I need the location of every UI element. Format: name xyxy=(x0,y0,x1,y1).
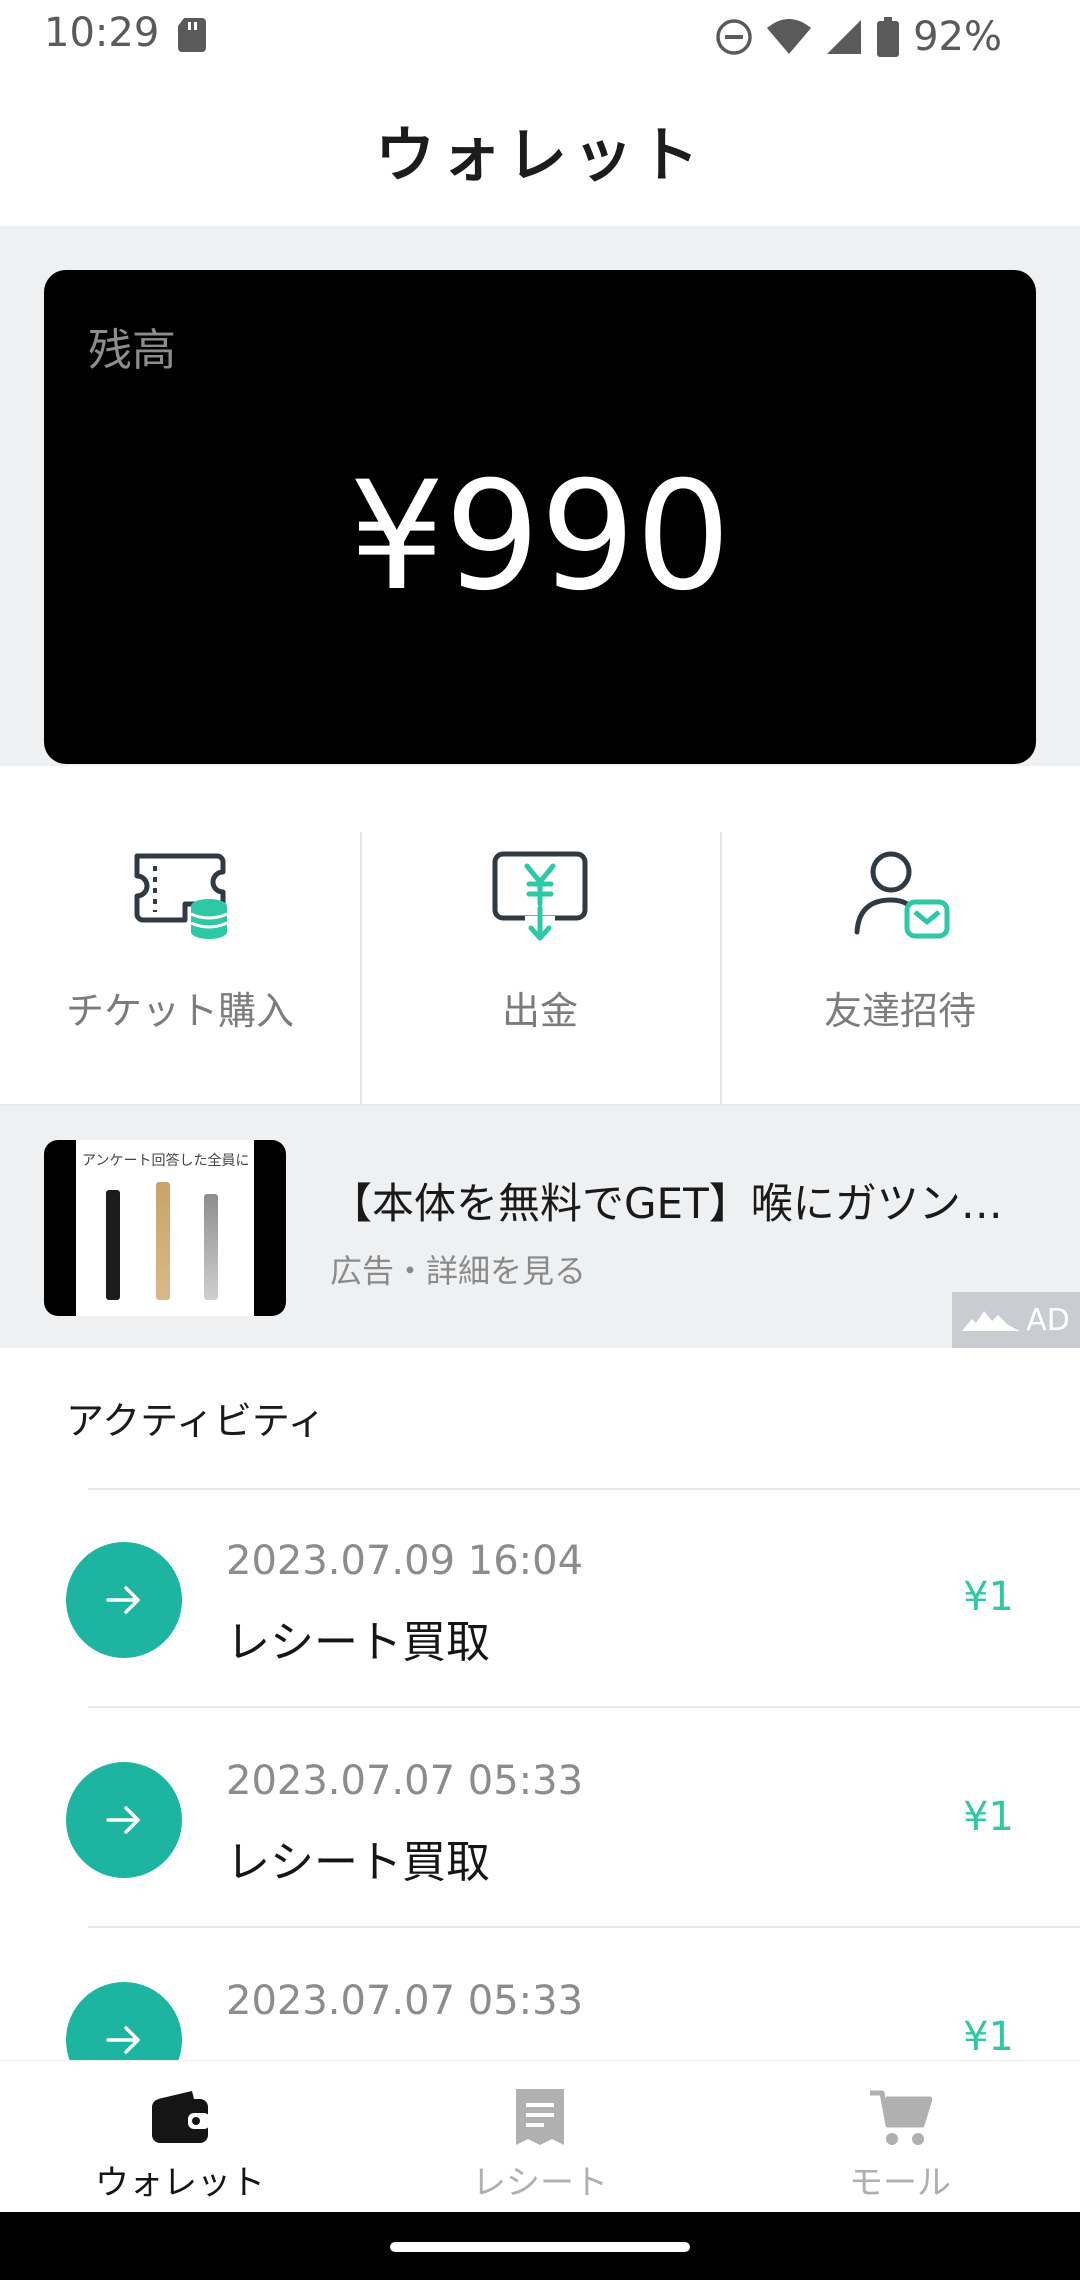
gesture-bar xyxy=(0,2212,1080,2280)
ad-badge: AD xyxy=(952,1292,1080,1348)
withdraw-button[interactable]: 出金 xyxy=(360,766,720,1104)
status-bar: 10:29 92% xyxy=(0,0,1080,74)
invite-friend-button[interactable]: 友達招待 xyxy=(720,766,1080,1104)
activity-description: レシート買取 xyxy=(226,2046,490,2060)
activity-amount: ¥1 xyxy=(963,1794,1014,1840)
balance-label: 残高 xyxy=(88,325,176,376)
sd-card-icon xyxy=(178,18,206,52)
battery-percent: 92% xyxy=(913,14,1002,60)
withdraw-label: 出金 xyxy=(501,989,578,1033)
nav-wallet-label: ウォレット xyxy=(95,2163,265,2203)
dnd-icon xyxy=(716,19,752,55)
activity-header: アクティビティ xyxy=(66,1399,326,1443)
signal-icon xyxy=(827,20,862,54)
ad-thumbnail: アンケート回答した全員に xyxy=(44,1140,286,1316)
bottom-nav: ウォレット レシート モール xyxy=(0,2060,1080,2212)
ad-banner[interactable]: アンケート回答した全員に 【本体を無料でGET】喉にガツンとくる吸いごたえ 広告… xyxy=(0,1104,1080,1348)
battery-icon xyxy=(877,17,900,57)
arrow-right-icon xyxy=(106,1806,140,1834)
activity-date: 2023.07.07 05:33 xyxy=(226,1978,584,2024)
activity-description: レシート買取 xyxy=(226,1617,490,1668)
activity-list: 2023.07.09 16:04 レシート買取 ¥1 2023.07.07 05… xyxy=(0,1488,1080,2060)
app-header: ウォレット xyxy=(0,74,1080,226)
activity-item[interactable]: 2023.07.07 05:33 レシート買取 ¥1 xyxy=(0,1928,1080,2060)
ad-badge-text: AD xyxy=(1026,1302,1070,1338)
wifi-icon xyxy=(767,19,812,54)
vape-gold xyxy=(156,1182,170,1300)
activity-amount: ¥1 xyxy=(963,1574,1014,1620)
buy-ticket-button[interactable]: チケット購入 xyxy=(0,766,360,1104)
activity-type-badge xyxy=(66,1762,182,1878)
receipt-icon xyxy=(516,2089,564,2145)
withdraw-icon xyxy=(492,851,588,941)
ad-thumbnail-text: アンケート回答した全員に xyxy=(82,1153,250,1169)
ad-logo-icon xyxy=(962,1311,1021,1331)
ad-thumbnail-image: アンケート回答した全員に xyxy=(76,1140,254,1316)
nav-mall-label: モール xyxy=(849,2163,951,2203)
nav-wallet[interactable]: ウォレット xyxy=(0,2061,360,2212)
activity-type-badge xyxy=(66,1542,182,1658)
cart-icon xyxy=(870,2090,932,2145)
page-title: ウォレット xyxy=(375,120,705,191)
balance-card[interactable]: 残高 ¥990 xyxy=(44,270,1036,764)
home-gesture-handle[interactable] xyxy=(390,2242,690,2252)
status-icons: 92% xyxy=(715,12,1002,62)
balance-amount: ¥990 xyxy=(349,450,731,624)
arrow-right-icon xyxy=(106,1586,140,1614)
activity-amount: ¥1 xyxy=(963,2014,1014,2060)
ad-subtitle[interactable]: 広告・詳細を見る xyxy=(330,1246,586,1292)
invite-friend-icon xyxy=(854,851,950,939)
action-row: チケット購入 出金 友達招待 xyxy=(0,766,1080,1104)
invite-friend-label: 友達招待 xyxy=(823,989,976,1033)
balance-section: 残高 ¥990 xyxy=(0,226,1080,766)
vape-silver xyxy=(204,1194,218,1300)
activity-description: レシート買取 xyxy=(226,1837,490,1888)
nav-receipt-label: レシート xyxy=(472,2163,608,2203)
arrow-right-icon xyxy=(106,2026,140,2054)
nav-mall[interactable]: モール xyxy=(720,2061,1080,2212)
buy-ticket-label: チケット購入 xyxy=(65,989,294,1033)
activity-item[interactable]: 2023.07.07 05:33 レシート買取 ¥1 xyxy=(0,1708,1080,1928)
status-time: 10:29 xyxy=(44,10,160,56)
activity-type-badge xyxy=(66,1982,182,2060)
activity-item[interactable]: 2023.07.09 16:04 レシート買取 ¥1 xyxy=(0,1488,1080,1708)
nav-receipt[interactable]: レシート xyxy=(360,2061,720,2212)
activity-date: 2023.07.09 16:04 xyxy=(226,1538,584,1584)
ad-title[interactable]: 【本体を無料でGET】喉にガツンとくる吸いごたえ xyxy=(330,1170,1030,1231)
wallet-icon xyxy=(152,2091,210,2143)
vape-black xyxy=(106,1190,120,1300)
ticket-icon xyxy=(134,853,228,939)
activity-date: 2023.07.07 05:33 xyxy=(226,1758,584,1804)
